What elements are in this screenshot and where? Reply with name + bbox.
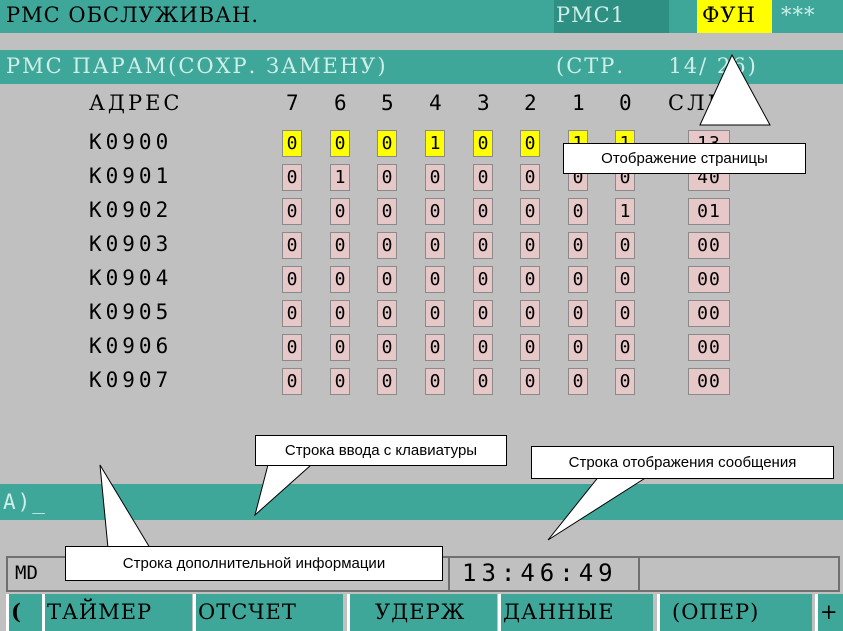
callout-pointers [99,53,771,549]
page-display-callout: Отображение страницы [563,143,806,174]
keyboard-input-callout: Строка ввода с клавиатуры [255,435,507,466]
extra-info-callout: Строка дополнительной информации [65,546,443,581]
message-line-callout: Строка отображения сообщения [531,446,834,479]
